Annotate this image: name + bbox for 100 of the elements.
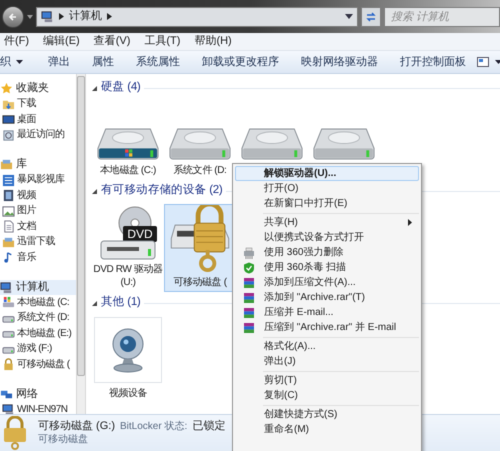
hard-drive-icon bbox=[311, 128, 377, 160]
breadcrumb-item[interactable]: 计算机 bbox=[69, 11, 102, 22]
dvd-drive-icon bbox=[99, 205, 157, 261]
disc-label: DVD bbox=[126, 227, 154, 241]
refresh-icon bbox=[365, 10, 377, 22]
nav-item[interactable]: 最近访问的 bbox=[0, 128, 76, 143]
desktop-icon bbox=[2, 113, 15, 126]
dropdown-arrow-icon[interactable] bbox=[27, 14, 33, 20]
computer-icon bbox=[2, 403, 15, 414]
nav-item[interactable]: 文档 bbox=[0, 219, 76, 234]
nav-item[interactable]: 下载 bbox=[0, 96, 76, 112]
nav-item[interactable]: 图片 bbox=[0, 204, 76, 219]
context-menu-item[interactable]: 创建快捷方式(S) bbox=[235, 407, 419, 422]
film-icon bbox=[2, 189, 15, 202]
item-label: 本地磁盘 (C:) bbox=[99, 164, 157, 177]
nav-group-header[interactable]: 计算机 bbox=[0, 280, 76, 295]
nav-item[interactable]: 本地磁盘 (E:) bbox=[0, 326, 76, 342]
context-menu-item[interactable]: 添加到 "Archive.rar"(T) bbox=[235, 290, 419, 305]
nav-group-header[interactable]: 收藏夹 bbox=[0, 81, 76, 96]
drive-tile[interactable]: 视频设备 bbox=[92, 316, 164, 403]
windows-drive-icon bbox=[95, 128, 161, 160]
nav-item[interactable]: 系统文件 (D: bbox=[0, 310, 76, 326]
scrollbar-thumb[interactable] bbox=[77, 76, 85, 376]
hard-drive-icon bbox=[167, 128, 233, 160]
context-menu-item[interactable]: 剪切(T) bbox=[235, 373, 419, 388]
group-header[interactable]: 其他 (1) bbox=[101, 297, 140, 309]
archive-icon bbox=[243, 306, 255, 318]
nav-item[interactable]: 可移动磁盘 ( bbox=[0, 357, 76, 372]
dropdown-arrow-icon bbox=[16, 60, 23, 64]
toolbar-button[interactable]: 卸载或更改程序 bbox=[191, 56, 290, 68]
item-label: DVD RW 驱动器 (U:) bbox=[92, 263, 164, 289]
address-bar[interactable]: 计算机 bbox=[36, 6, 358, 26]
toolbar-button[interactable]: 弹出 bbox=[37, 56, 81, 68]
search-field[interactable]: 搜索 计算机 bbox=[384, 6, 500, 26]
collapse-arrow-icon[interactable] bbox=[92, 86, 97, 90]
item-label: 视频设备 bbox=[108, 387, 148, 400]
context-menu-item[interactable]: 弹出(J) bbox=[235, 354, 419, 369]
recent-places-icon bbox=[2, 128, 15, 142]
toolbar-button[interactable]: 映射网络驱动器 bbox=[290, 56, 389, 68]
breadcrumb-arrow-icon[interactable] bbox=[107, 13, 112, 20]
back-button[interactable] bbox=[2, 6, 24, 28]
context-menu-item[interactable]: 添加到压缩文件(A)... bbox=[235, 275, 419, 290]
context-menu-item[interactable]: 格式化(A)... bbox=[235, 339, 419, 354]
collapse-arrow-icon[interactable] bbox=[92, 300, 97, 306]
context-menu-item[interactable]: 解锁驱动器(U)... bbox=[235, 166, 419, 181]
shredder-icon bbox=[243, 246, 255, 258]
view-options-button[interactable] bbox=[477, 57, 500, 67]
nav-item[interactable]: 游戏 (F:) bbox=[0, 342, 76, 357]
library-icon bbox=[2, 236, 15, 249]
archive-icon bbox=[243, 292, 255, 304]
context-menu-item[interactable]: 复制(C) bbox=[235, 388, 419, 403]
nav-item[interactable]: 迅雷下载 bbox=[0, 234, 76, 250]
dropdown-arrow-icon[interactable] bbox=[345, 14, 353, 19]
context-menu-item[interactable]: 共享(H) bbox=[235, 215, 419, 230]
back-arrow-icon bbox=[8, 12, 18, 22]
submenu-arrow-icon bbox=[408, 219, 412, 226]
windows-drive-icon bbox=[2, 296, 15, 310]
toolbar-button[interactable]: 系统属性 bbox=[125, 56, 191, 68]
context-menu-item[interactable]: 打开(O) bbox=[235, 181, 419, 196]
view-icon bbox=[477, 57, 489, 67]
toolbar-button[interactable]: 属性 bbox=[81, 56, 125, 68]
nav-item[interactable]: WIN-EN97N bbox=[0, 402, 76, 414]
nav-item[interactable]: 本地磁盘 (C: bbox=[0, 295, 76, 310]
drive-tile[interactable]: 本地磁盘 (C:) bbox=[92, 127, 164, 180]
computer-icon bbox=[0, 280, 13, 294]
menu-item[interactable]: 帮助(H) bbox=[194, 36, 232, 47]
toolbar-button[interactable]: 织 bbox=[0, 56, 37, 68]
context-menu-item[interactable]: 以便携式设备方式打开 bbox=[235, 230, 419, 245]
context-menu-item[interactable]: 使用 360强力删除 bbox=[235, 245, 419, 260]
details-field-value: 已锁定 bbox=[192, 421, 226, 432]
star-icon bbox=[0, 82, 13, 96]
refresh-button[interactable] bbox=[361, 6, 381, 26]
drive-tile[interactable]: 系统文件 (D: bbox=[164, 127, 236, 180]
nav-group-header[interactable]: 库 bbox=[0, 157, 76, 172]
context-menu-item[interactable]: 重命名(M) bbox=[235, 422, 419, 437]
nav-item[interactable]: 音乐 bbox=[0, 250, 76, 266]
nav-item[interactable]: 视频 bbox=[0, 188, 76, 204]
context-menu-item[interactable]: 压缩到 "Archive.rar" 并 E-mail bbox=[235, 320, 419, 335]
group-header[interactable]: 硬盘 (4) bbox=[101, 82, 140, 94]
nav-item[interactable]: 暴风影视库 bbox=[0, 172, 76, 188]
group-header[interactable]: 有可移动存储的设备 (2) bbox=[101, 185, 222, 197]
context-menu-item[interactable]: 压缩并 E-mail... bbox=[235, 305, 419, 320]
context-menu-item[interactable]: 使用 360杀毒 扫描 bbox=[235, 260, 419, 275]
collapse-arrow-icon[interactable] bbox=[92, 188, 97, 194]
archive-icon bbox=[243, 276, 255, 288]
menu-item[interactable]: 件(F) bbox=[4, 36, 30, 47]
drive-tile[interactable]: DVD DVD RW 驱动器 (U:) bbox=[92, 204, 164, 292]
menu-item[interactable]: 工具(T) bbox=[144, 36, 180, 47]
toolbar-button[interactable]: 打开控制面板 bbox=[389, 56, 477, 68]
menu-item[interactable]: 编辑(E) bbox=[43, 36, 80, 47]
nav-item[interactable]: 桌面 bbox=[0, 112, 76, 128]
hard-drive-icon bbox=[239, 128, 305, 160]
scrollbar[interactable] bbox=[76, 74, 86, 414]
menu-item[interactable]: 查看(V) bbox=[94, 36, 130, 47]
nav-group-header[interactable]: 网络 bbox=[0, 386, 76, 402]
padlock-icon bbox=[2, 358, 15, 372]
library-icon bbox=[0, 158, 13, 172]
shield-icon bbox=[243, 262, 255, 274]
context-menu-item[interactable]: 在新窗口中打开(E) bbox=[235, 196, 419, 211]
breadcrumb-arrow-icon[interactable] bbox=[59, 13, 64, 20]
